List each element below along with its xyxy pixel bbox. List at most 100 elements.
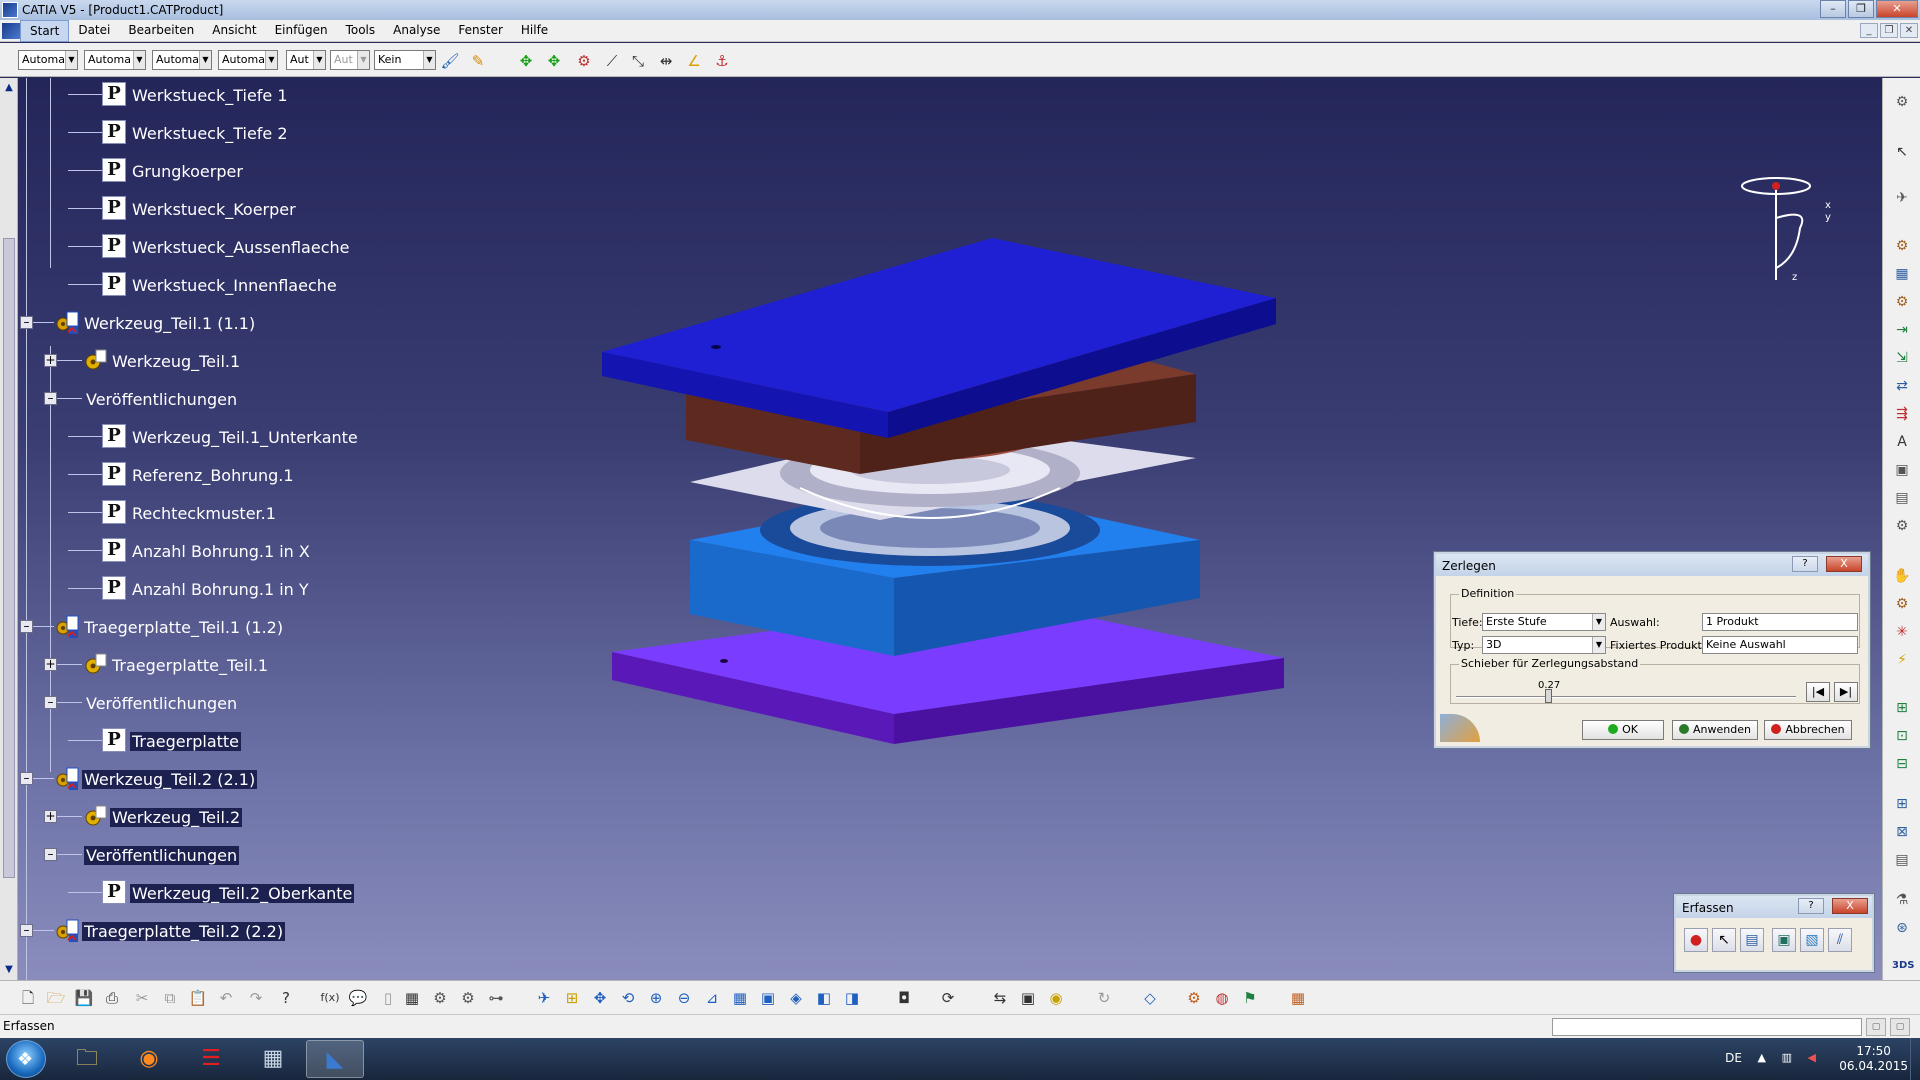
generate-numbering-icon[interactable]: A	[1892, 432, 1912, 452]
menu-start[interactable]: Start	[20, 20, 70, 42]
menu-fenster[interactable]: Fenster	[449, 20, 512, 42]
typ-select[interactable]: 3D ▼	[1482, 636, 1606, 654]
part-icon[interactable]	[82, 652, 107, 676]
refresh-icon[interactable]: ↻	[1094, 988, 1114, 1008]
tree-node-label[interactable]: Werkstueck_Tiefe 2	[130, 124, 290, 143]
doc-close-button[interactable]: ✕	[1900, 23, 1918, 38]
multi-instantiation-icon[interactable]: ⚙	[1892, 516, 1912, 536]
contact-constraint-icon[interactable]: ⊡	[1892, 726, 1912, 746]
hide-show-icon[interactable]: ◧	[814, 988, 834, 1008]
product-icon[interactable]	[54, 310, 79, 334]
new-part-icon[interactable]: ⇥	[1892, 320, 1912, 340]
compass-icon[interactable]: x y z	[1730, 168, 1850, 288]
tree-node[interactable]: P Anzahl Bohrung.1 in Y	[102, 576, 462, 602]
network-icon[interactable]: ▥	[1782, 1051, 1792, 1064]
knowledge-icon[interactable]: ⚙	[458, 988, 478, 1008]
fix-icon[interactable]: ⚓	[712, 51, 732, 71]
measure-icon[interactable]: ⊞	[1892, 794, 1912, 814]
catalog-icon[interactable]: ⚙	[430, 988, 450, 1008]
swap-icon[interactable]: ◨	[842, 988, 862, 1008]
update-icon[interactable]: ⟳	[938, 988, 958, 1008]
combo-linewidth[interactable]: Automa ▼	[152, 50, 212, 70]
sectioning-tool-icon[interactable]: ◇	[1140, 988, 1160, 1008]
language-indicator[interactable]: DE	[1725, 1051, 1742, 1065]
start-button[interactable]: ❖	[6, 1040, 46, 1078]
tree-node[interactable]: P Werkzeug_Teil.1_Unterkante	[102, 424, 462, 450]
product-icon[interactable]	[54, 918, 79, 942]
product-icon[interactable]	[54, 614, 79, 638]
tree-node-label[interactable]: Traegerplatte_Teil.2 (2.2)	[82, 922, 286, 941]
tree-node[interactable]: Veröffentlichungen	[82, 690, 442, 716]
coincidence-icon[interactable]: ⟋	[602, 51, 622, 71]
catia-taskbar-icon[interactable]: ◣	[306, 1040, 364, 1078]
record-icon[interactable]: ●	[1684, 928, 1708, 952]
chart-capture-icon[interactable]: ⫽	[1828, 928, 1852, 952]
maximize-button[interactable]: ❐	[1848, 0, 1874, 18]
firefox-taskbar-icon[interactable]: ◉	[120, 1040, 178, 1078]
tree-node-label[interactable]: Anzahl Bohrung.1 in Y	[130, 580, 311, 599]
copy-icon[interactable]: ⧉	[160, 988, 180, 1008]
publication-icon[interactable]: P	[102, 500, 126, 524]
menu-bearbeiten[interactable]: Bearbeiten	[119, 20, 203, 42]
tree-node[interactable]: Werkzeug_Teil.2 (2.1)	[54, 766, 414, 792]
capture-options-icon[interactable]: ▤	[1740, 928, 1764, 952]
tree-node-label[interactable]: Traegerplatte	[130, 732, 242, 751]
collapse-icon[interactable]: –	[44, 848, 57, 861]
publication-icon[interactable]: P	[102, 234, 126, 258]
tiefe-select[interactable]: Erste Stufe ▼	[1482, 613, 1606, 631]
offset-icon[interactable]: ⇹	[656, 51, 676, 71]
tree-node[interactable]: Traegerplatte_Teil.2 (2.2)	[54, 918, 414, 944]
catalog-browser-icon[interactable]: ▣	[1018, 988, 1038, 1008]
publication-icon[interactable]: P	[102, 196, 126, 220]
contact-icon[interactable]: ⤡	[628, 51, 648, 71]
select-cursor-icon[interactable]: ↖	[1712, 928, 1736, 952]
publication-icon[interactable]: P	[102, 82, 126, 106]
publication-icon[interactable]: P	[102, 880, 126, 904]
existing-component-icon[interactable]: ⇲	[1892, 348, 1912, 368]
erfassen-close-button[interactable]: X	[1832, 898, 1868, 914]
annotation-icon[interactable]: ⊠	[1892, 822, 1912, 842]
tree-node-label[interactable]: Veröffentlichungen	[84, 390, 239, 409]
iso-view-icon[interactable]: ▣	[758, 988, 778, 1008]
shading-icon[interactable]: ◈	[786, 988, 806, 1008]
collapse-icon[interactable]: –	[20, 772, 33, 785]
pan-icon[interactable]: ✥	[590, 988, 610, 1008]
selective-load-icon[interactable]: ▣	[1892, 460, 1912, 480]
table-icon[interactable]: ▦	[402, 988, 422, 1008]
command-input[interactable]	[1552, 1018, 1862, 1036]
tree-node-label[interactable]: Werkzeug_Teil.2	[110, 808, 243, 827]
tree-node[interactable]: P Werkstueck_Innenflaeche	[102, 272, 462, 298]
document-icon[interactable]	[2, 23, 20, 39]
tree-node-label[interactable]: Rechteckmuster.1	[130, 504, 278, 523]
status-button-2[interactable]: ▢	[1890, 1018, 1910, 1036]
doc-restore-button[interactable]: ❐	[1880, 23, 1898, 38]
multi-view-icon[interactable]: ▦	[730, 988, 750, 1008]
scroll-thumb[interactable]	[3, 238, 15, 878]
tree-scrollbar[interactable]: ▲ ▼	[0, 78, 18, 980]
new-file-icon[interactable]: 🗋	[18, 988, 38, 1008]
tree-node[interactable]: P Anzahl Bohrung.1 in X	[102, 538, 462, 564]
paste-icon[interactable]: 📋	[188, 988, 208, 1008]
tree-node[interactable]: P Traegerplatte	[102, 728, 462, 754]
publication-icon[interactable]: P	[102, 424, 126, 448]
replace-component-icon[interactable]: ⇄	[1892, 376, 1912, 396]
comment-icon[interactable]: 💬	[348, 988, 368, 1008]
tree-node-label[interactable]: Werkzeug_Teil.2_Oberkante	[130, 884, 355, 903]
collapse-icon[interactable]: –	[20, 620, 33, 633]
fixiertes-produkt-field[interactable]: Keine Auswahl	[1702, 636, 1858, 654]
tree-node-label[interactable]: Werkstueck_Aussenflaeche	[130, 238, 351, 257]
grid-icon[interactable]: ▦	[1288, 988, 1308, 1008]
tree-node-label[interactable]: Referenz_Bohrung.1	[130, 466, 296, 485]
tree-icon[interactable]: ⊶	[486, 988, 506, 1008]
snap-icon[interactable]: ✥	[544, 51, 564, 71]
menu-hilfe[interactable]: Hilfe	[512, 20, 557, 42]
tree-node-label[interactable]: Werkstueck_Koerper	[130, 200, 298, 219]
volume-icon[interactable]: ◀	[1808, 1051, 1816, 1064]
tree-node[interactable]: P Werkzeug_Teil.2_Oberkante	[102, 880, 462, 906]
clock[interactable]: 17:50 06.04.2015	[1839, 1044, 1908, 1074]
ok-button[interactable]: OK	[1582, 720, 1664, 740]
tree-node-label[interactable]: Werkzeug_Teil.2 (2.1)	[82, 770, 258, 789]
tree-node-label[interactable]: Werkzeug_Teil.1 (1.1)	[82, 314, 257, 333]
tree-node[interactable]: Veröffentlichungen	[82, 842, 442, 868]
fly-mode-icon[interactable]: ✈	[534, 988, 554, 1008]
